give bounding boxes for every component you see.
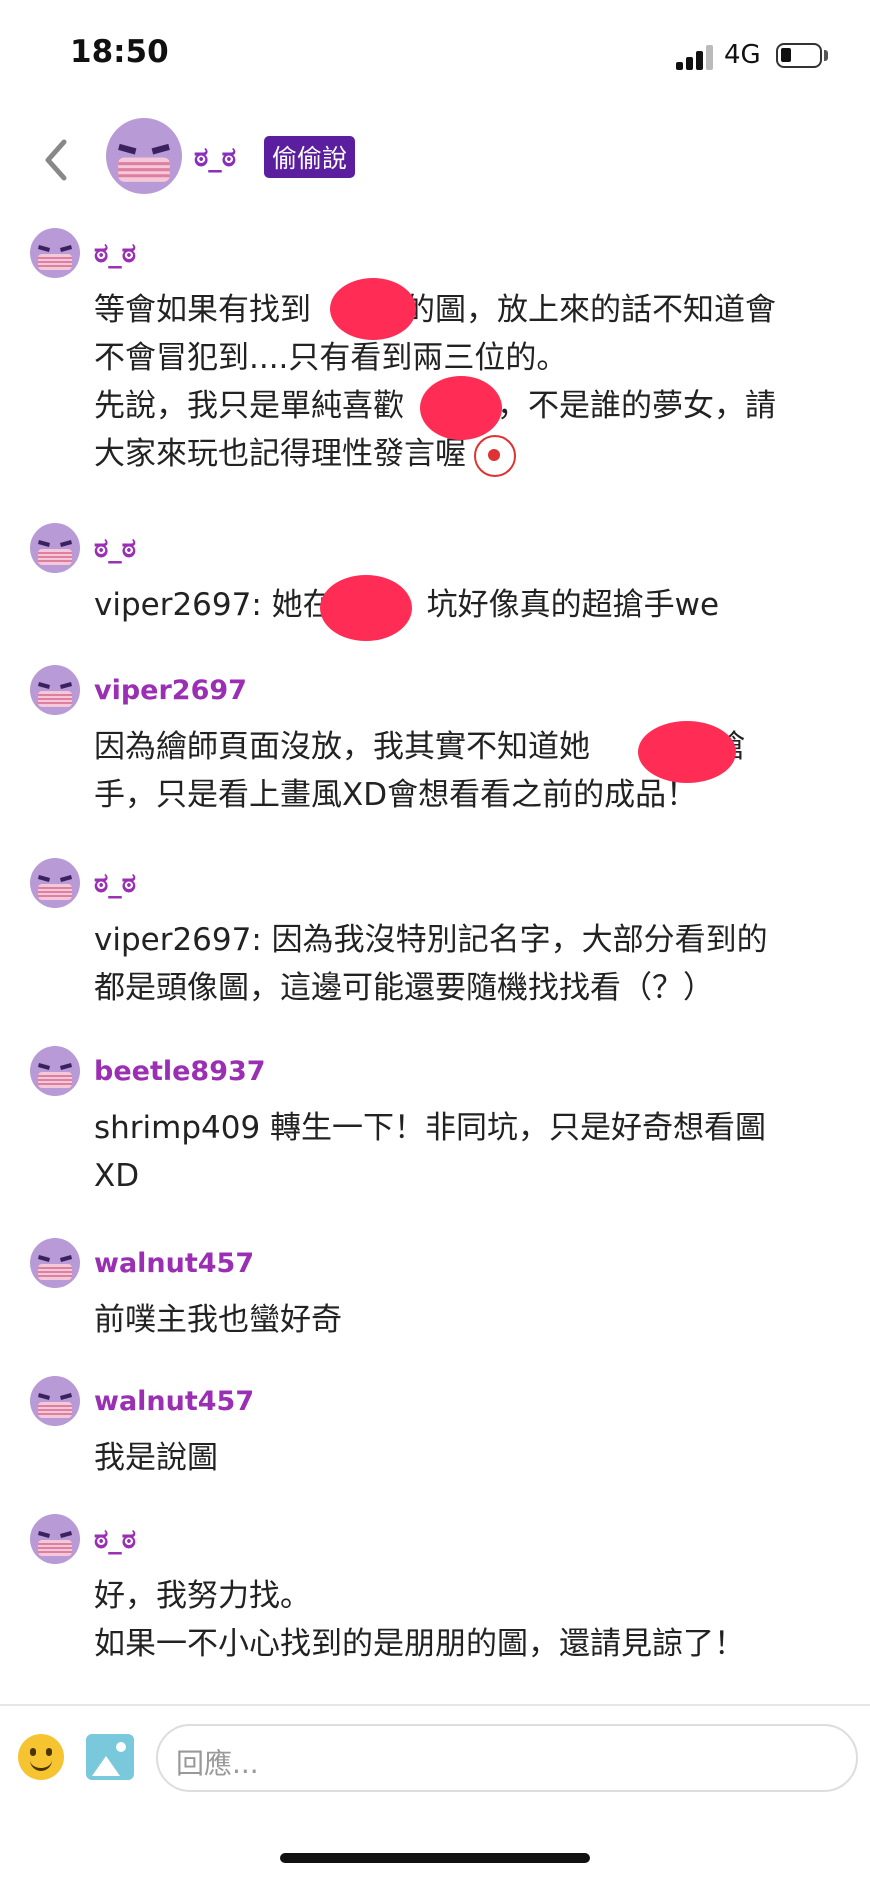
comment-author[interactable]: walnut457 xyxy=(94,1248,254,1279)
redaction-mark xyxy=(638,721,736,783)
author-avatar[interactable] xyxy=(106,118,182,194)
avatar[interactable] xyxy=(30,858,80,908)
battery-icon xyxy=(776,43,822,68)
comment-author[interactable]: ಠ_ಠ xyxy=(94,1524,136,1556)
emoji-icon[interactable] xyxy=(18,1734,64,1780)
chevron-left-icon xyxy=(45,139,67,181)
avatar[interactable] xyxy=(30,665,80,715)
image-upload-icon[interactable] xyxy=(86,1734,134,1780)
network-label: 4G xyxy=(724,40,761,70)
anonymous-badge: 偷偷說 xyxy=(264,136,356,178)
comment-text: viper2697: 她在 坑好像真的超搶手we xyxy=(94,587,720,623)
redaction-mark xyxy=(330,278,416,340)
reply-bar: 回應... xyxy=(0,1706,870,1806)
comment-author[interactable]: walnut457 xyxy=(94,1386,254,1417)
comment-text: 好，我努力找。 如果一不小心找到的是朋朋的圖，還請見諒了！ xyxy=(94,1578,745,1662)
avatar[interactable] xyxy=(30,1046,80,1096)
status-time: 18:50 xyxy=(70,34,169,70)
comment-text: 前噗主我也蠻好奇 xyxy=(94,1302,342,1338)
author-name[interactable]: ಠ_ಠ xyxy=(194,142,236,174)
signal-icon xyxy=(676,44,714,70)
comment-author[interactable]: beetle8937 xyxy=(94,1056,266,1087)
status-bar: 18:50 4G xyxy=(0,0,870,110)
avatar[interactable] xyxy=(30,1238,80,1288)
reply-input[interactable]: 回應... xyxy=(156,1724,858,1792)
avatar[interactable] xyxy=(30,523,80,573)
home-indicator xyxy=(280,1853,590,1863)
avatar[interactable] xyxy=(30,1376,80,1426)
comment-text: shrimp409 轉生一下！非同坑，只是好奇想看圖 XD xyxy=(94,1110,767,1194)
comment-author[interactable]: ಠ_ಠ xyxy=(94,533,136,565)
back-button[interactable] xyxy=(34,132,78,188)
comment-text: 我是說圖 xyxy=(94,1440,218,1476)
avatar[interactable] xyxy=(30,228,80,278)
redaction-mark xyxy=(320,575,412,641)
comment-author[interactable]: viper2697 xyxy=(94,675,247,706)
comment-author[interactable]: ಠ_ಠ xyxy=(94,238,136,270)
redaction-mark xyxy=(420,376,502,440)
battery-tip xyxy=(824,50,828,61)
comment-author[interactable]: ಠ_ಠ xyxy=(94,868,136,900)
comment-text: viper2697: 因為我沒特別記名字，大部分看到的 都是頭像圖，這邊可能還要… xyxy=(94,922,768,1006)
avatar[interactable] xyxy=(30,1514,80,1564)
thread-header: ಠ_ಠ 偷偷說 xyxy=(0,110,870,210)
sticker-emoji-icon xyxy=(474,434,516,477)
